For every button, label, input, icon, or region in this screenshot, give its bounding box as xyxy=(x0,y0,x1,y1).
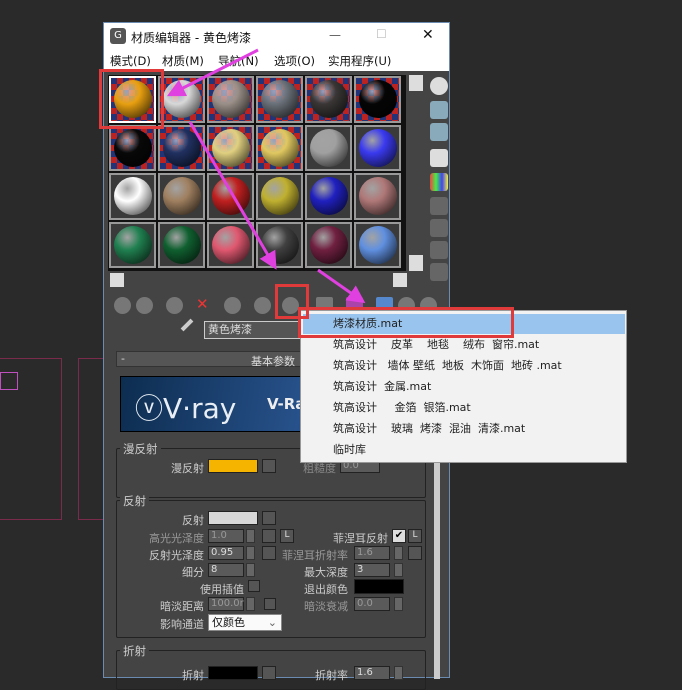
arrow-to-slot xyxy=(166,48,259,97)
annotation-arrows xyxy=(166,48,366,304)
arrow-to-button xyxy=(188,121,277,270)
arrow-to-menu xyxy=(317,268,366,304)
